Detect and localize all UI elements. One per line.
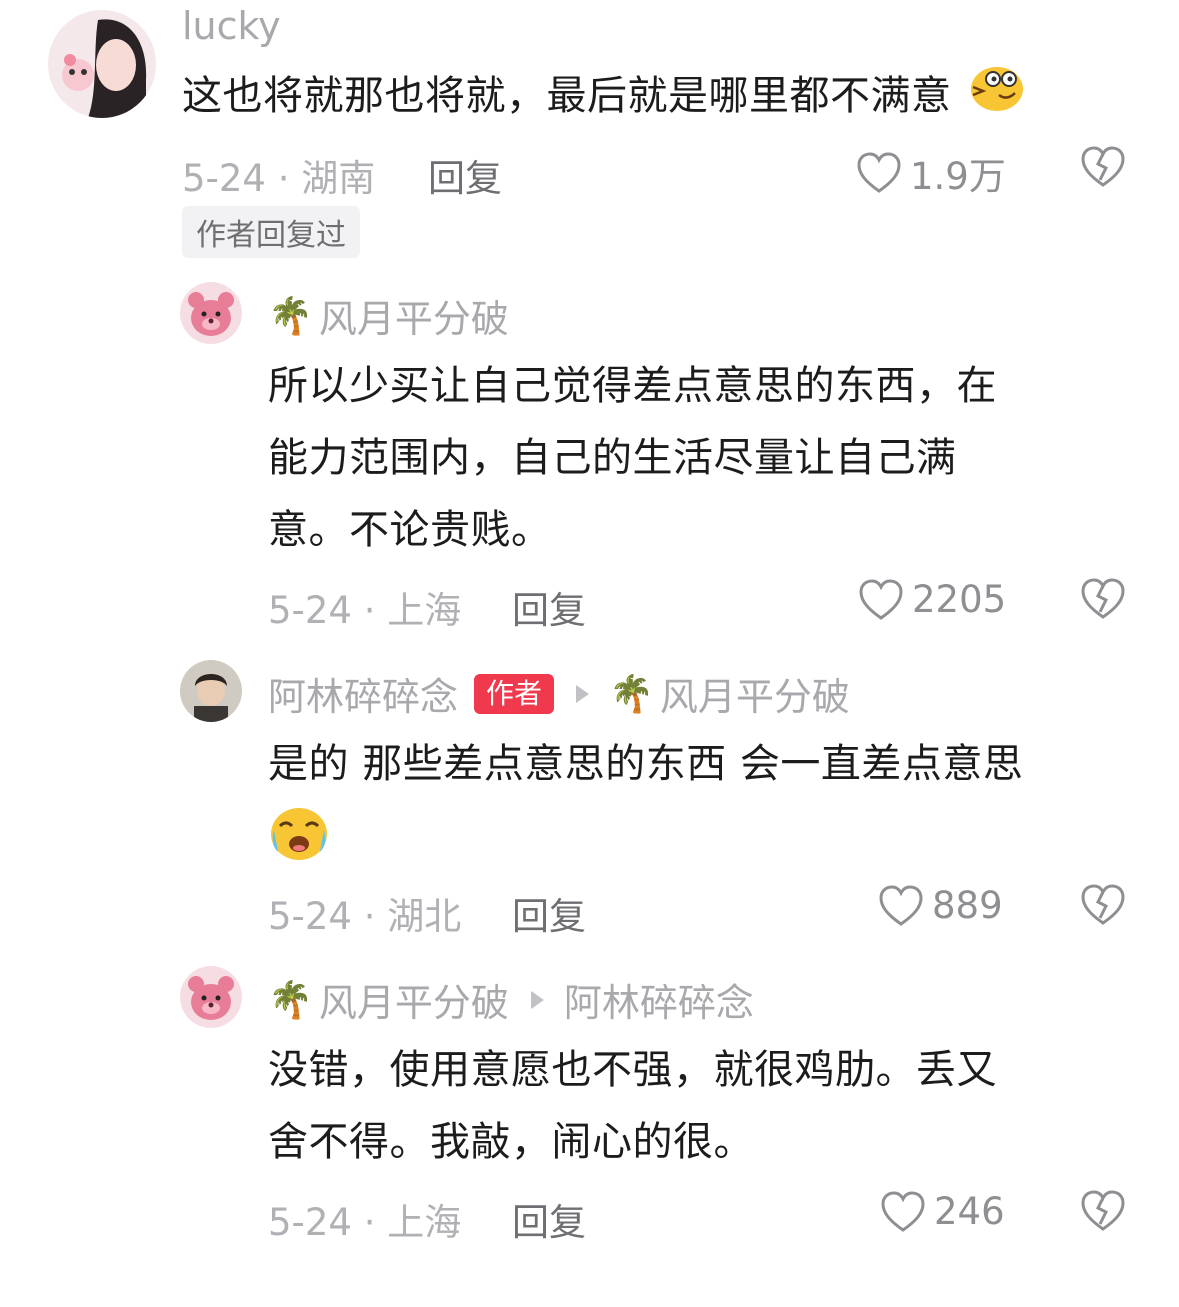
- dislike-button[interactable]: [1080, 146, 1126, 192]
- palm-tree-icon: 🌴: [268, 295, 313, 337]
- broken-heart-icon: [1081, 146, 1125, 187]
- dislike-button[interactable]: [1080, 578, 1126, 624]
- comment-line: 没错，使用意愿也不强，就很鸡肋。丢又: [268, 1047, 997, 1093]
- comment-text: 所以少买让自己觉得差点意思的东西，在 能力范围内，自己的生活尽量让自己满 意。不…: [268, 350, 1148, 566]
- comment-line: 能力范围内，自己的生活尽量让自己满: [268, 435, 957, 481]
- comment-line: 舍不得。我敲，闹心的很。: [268, 1119, 754, 1165]
- broken-heart-icon: [1081, 884, 1125, 925]
- like-count: 2205: [912, 578, 1007, 621]
- date-location: 5-24 · 湖北: [268, 895, 462, 938]
- avatar[interactable]: [180, 282, 242, 344]
- like-button[interactable]: 2205: [858, 578, 1006, 621]
- reply-button[interactable]: 回复: [512, 886, 586, 940]
- username-text: 阿林碎碎念: [268, 675, 459, 719]
- thinking-face-icon: [965, 61, 1025, 136]
- crying-face-icon: [268, 804, 1148, 885]
- comment-line: 意。不论贵贱。: [268, 507, 552, 553]
- reply-button[interactable]: 回复: [428, 148, 502, 202]
- comment-line: 是的 那些差点意思的东西 会一直差点意思: [268, 741, 1024, 787]
- pink-bear-avatar-icon: [180, 966, 242, 1028]
- reply-arrow-icon: [576, 684, 590, 703]
- username-text: 风月平分破: [318, 981, 509, 1025]
- dislike-button[interactable]: [1080, 884, 1126, 930]
- comment-text: 没错，使用意愿也不强，就很鸡肋。丢又 舍不得。我敲，闹心的很。: [268, 1034, 1148, 1178]
- user-photo-avatar-icon: [48, 10, 156, 118]
- avatar[interactable]: [48, 10, 156, 118]
- reply-arrow-icon: [530, 990, 544, 1009]
- comment-text: 这也将就那也将就，最后就是哪里都不满意: [182, 60, 1142, 136]
- comment-text: 是的 那些差点意思的东西 会一直差点意思: [268, 728, 1148, 885]
- username[interactable]: 阿林碎碎念 作者 🌴 风月平分破: [268, 666, 850, 721]
- heart-icon: [881, 1190, 925, 1232]
- reply-button[interactable]: 回复: [512, 580, 586, 634]
- like-count: 1.9万: [910, 155, 1006, 198]
- like-button[interactable]: 246: [880, 1190, 1005, 1233]
- palm-tree-icon: 🌴: [609, 673, 654, 715]
- heart-icon: [857, 152, 901, 193]
- like-button[interactable]: 889: [878, 884, 1003, 927]
- author-photo-avatar-icon: [180, 660, 242, 722]
- broken-heart-icon: [1081, 1190, 1125, 1231]
- author-badge: 作者: [474, 673, 555, 714]
- comment-text-content: 这也将就那也将就，最后就是哪里都不满意: [182, 73, 952, 119]
- like-count: 246: [934, 1190, 1005, 1233]
- username-text: 风月平分破: [318, 297, 509, 341]
- comment-line: 所以少买让自己觉得差点意思的东西，在: [268, 363, 997, 409]
- dislike-button[interactable]: [1080, 1190, 1126, 1236]
- username[interactable]: lucky: [182, 4, 281, 48]
- avatar[interactable]: [180, 660, 242, 722]
- reply-to-username[interactable]: 阿林碎碎念: [564, 972, 754, 1027]
- date-location: 5-24 · 上海: [268, 589, 462, 632]
- heart-icon: [859, 578, 903, 620]
- like-button[interactable]: 1.9万: [856, 146, 1006, 200]
- username[interactable]: 🌴 风月平分破: [268, 288, 509, 343]
- palm-tree-icon: 🌴: [268, 979, 313, 1021]
- reply-to-username[interactable]: 风月平分破: [660, 666, 850, 721]
- username[interactable]: 🌴 风月平分破 阿林碎碎念: [268, 972, 754, 1027]
- author-replied-tag: 作者回复过: [182, 206, 360, 258]
- reply-button[interactable]: 回复: [512, 1192, 586, 1246]
- heart-icon: [879, 884, 923, 926]
- avatar[interactable]: [180, 966, 242, 1028]
- pink-bear-avatar-icon: [180, 282, 242, 344]
- like-count: 889: [932, 884, 1003, 927]
- date-location: 5-24 · 湖南: [182, 157, 376, 200]
- broken-heart-icon: [1081, 578, 1125, 619]
- date-location: 5-24 · 上海: [268, 1201, 462, 1244]
